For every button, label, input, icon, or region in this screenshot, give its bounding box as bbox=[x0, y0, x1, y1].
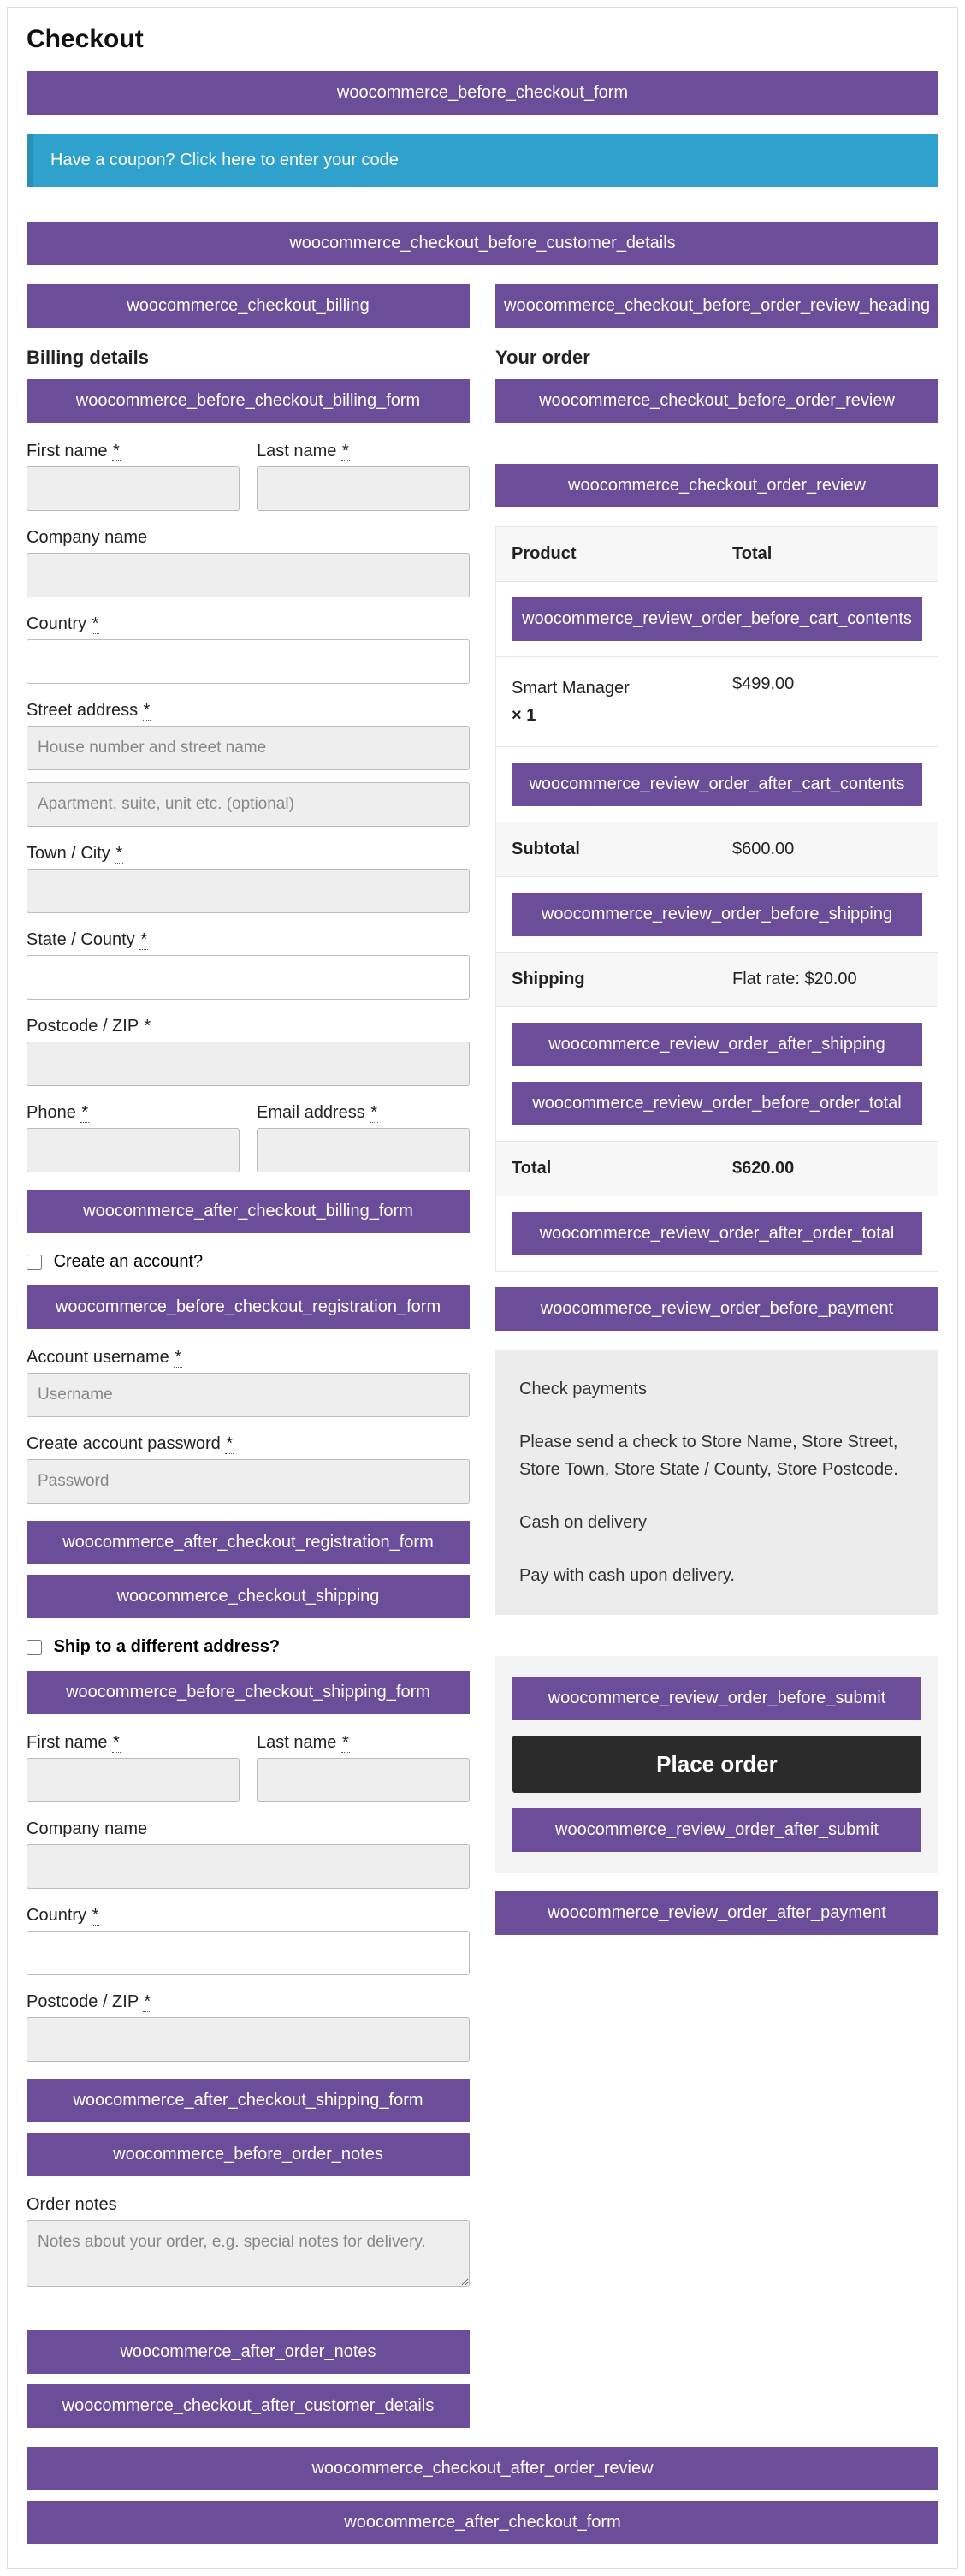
order-notes-label: Order notes bbox=[27, 2195, 470, 2215]
shipping-postcode-input[interactable] bbox=[27, 2017, 470, 2062]
billing-country-input[interactable] bbox=[27, 639, 470, 684]
account-username-label: Account username * bbox=[27, 1348, 470, 1368]
hook-review-after-shipping: woocommerce_review_order_after_shipping bbox=[512, 1023, 922, 1066]
shipping-company-input[interactable] bbox=[27, 1844, 470, 1889]
submit-box: woocommerce_review_order_before_submit P… bbox=[495, 1656, 938, 1873]
billing-postcode-input[interactable] bbox=[27, 1042, 470, 1086]
hook-review-before-submit: woocommerce_review_order_before_submit bbox=[512, 1677, 921, 1720]
hook-after-checkout-form: woocommerce_after_checkout_form bbox=[27, 2501, 938, 2544]
payment-methods: Check payments Please send a check to St… bbox=[495, 1350, 938, 1615]
billing-city-label: Town / City * bbox=[27, 844, 470, 864]
payment-cod-title[interactable]: Cash on delivery bbox=[519, 1509, 915, 1536]
ship-different-checkbox[interactable] bbox=[27, 1640, 42, 1655]
hook-review-before-order-total: woocommerce_review_order_before_order_to… bbox=[512, 1082, 922, 1125]
hook-after-registration-form: woocommerce_after_checkout_registration_… bbox=[27, 1521, 470, 1564]
billing-street1-input[interactable] bbox=[27, 726, 470, 770]
billing-phone-input[interactable] bbox=[27, 1128, 240, 1172]
billing-last-name-label: Last name * bbox=[257, 442, 470, 461]
total-label: Total bbox=[496, 1142, 717, 1196]
billing-first-name-label: First name * bbox=[27, 442, 240, 461]
shipping-postcode-label: Postcode / ZIP * bbox=[27, 1992, 470, 2012]
shipping-country-input[interactable] bbox=[27, 1931, 470, 1975]
hook-checkout-billing: woocommerce_checkout_billing bbox=[27, 284, 470, 328]
hook-review-after-submit: woocommerce_review_order_after_submit bbox=[512, 1808, 921, 1852]
billing-last-name-input[interactable] bbox=[257, 466, 470, 511]
billing-country-label: Country * bbox=[27, 614, 470, 634]
hook-checkout-shipping: woocommerce_checkout_shipping bbox=[27, 1575, 470, 1618]
hook-after-billing-form: woocommerce_after_checkout_billing_form bbox=[27, 1190, 470, 1233]
subtotal-value: $600.00 bbox=[717, 822, 938, 876]
hook-review-before-cart: woocommerce_review_order_before_cart_con… bbox=[512, 597, 922, 641]
th-total: Total bbox=[717, 527, 938, 581]
create-account-checkbox[interactable] bbox=[27, 1255, 42, 1270]
create-account-row[interactable]: Create an account? bbox=[27, 1252, 470, 1272]
billing-street2-input[interactable] bbox=[27, 782, 470, 827]
th-product: Product bbox=[496, 527, 717, 581]
page-title: Checkout bbox=[27, 25, 938, 54]
hook-review-after-payment: woocommerce_review_order_after_payment bbox=[495, 1891, 938, 1935]
ship-different-label: Ship to a different address? bbox=[54, 1637, 280, 1656]
place-order-button[interactable]: Place order bbox=[512, 1736, 921, 1793]
hook-after-order-notes: woocommerce_after_order_notes bbox=[27, 2330, 470, 2374]
shipping-first-name-input[interactable] bbox=[27, 1758, 240, 1802]
billing-postcode-label: Postcode / ZIP * bbox=[27, 1017, 470, 1036]
account-password-label: Create account password * bbox=[27, 1434, 470, 1454]
cart-item-total: $499.00 bbox=[717, 657, 938, 746]
hook-before-customer-details: woocommerce_checkout_before_customer_det… bbox=[27, 222, 938, 265]
cart-item-name: Smart Manager × 1 bbox=[496, 657, 717, 746]
hook-before-shipping-form: woocommerce_before_checkout_shipping_for… bbox=[27, 1671, 470, 1714]
hook-review-after-cart: woocommerce_review_order_after_cart_cont… bbox=[512, 763, 922, 806]
payment-cod-desc: Pay with cash upon delivery. bbox=[519, 1562, 915, 1589]
hook-review-after-order-total: woocommerce_review_order_after_order_tot… bbox=[512, 1212, 922, 1255]
billing-email-label: Email address * bbox=[257, 1103, 470, 1123]
billing-state-label: State / County * bbox=[27, 930, 470, 950]
ship-different-row[interactable]: Ship to a different address? bbox=[27, 1637, 470, 1657]
your-order-heading: Your order bbox=[495, 347, 938, 369]
hook-before-order-notes: woocommerce_before_order_notes bbox=[27, 2133, 470, 2176]
hook-before-billing-form: woocommerce_before_checkout_billing_form bbox=[27, 379, 470, 423]
hook-before-order-review-heading: woocommerce_checkout_before_order_review… bbox=[495, 284, 938, 328]
shipping-company-label: Company name bbox=[27, 1819, 470, 1839]
hook-review-before-payment: woocommerce_review_order_before_payment bbox=[495, 1287, 938, 1331]
shipping-row-value: Flat rate: $20.00 bbox=[717, 953, 938, 1006]
order-notes-input[interactable] bbox=[27, 2220, 470, 2287]
billing-street-label: Street address * bbox=[27, 701, 470, 721]
payment-check-title[interactable]: Check payments bbox=[519, 1375, 915, 1403]
hook-after-shipping-form: woocommerce_after_checkout_shipping_form bbox=[27, 2079, 470, 2122]
billing-first-name-input[interactable] bbox=[27, 466, 240, 511]
shipping-row-label: Shipping bbox=[496, 953, 717, 1006]
hook-order-review: woocommerce_checkout_order_review bbox=[495, 464, 938, 507]
account-password-input[interactable] bbox=[27, 1459, 470, 1504]
payment-check-desc: Please send a check to Store Name, Store… bbox=[519, 1428, 915, 1483]
shipping-last-name-input[interactable] bbox=[257, 1758, 470, 1802]
coupon-notice[interactable]: Have a coupon? Click here to enter your … bbox=[27, 134, 938, 187]
billing-company-label: Company name bbox=[27, 528, 470, 548]
subtotal-label: Subtotal bbox=[496, 822, 717, 876]
create-account-label: Create an account? bbox=[54, 1252, 204, 1271]
shipping-last-name-label: Last name * bbox=[257, 1733, 470, 1753]
billing-state-input[interactable] bbox=[27, 955, 470, 1000]
total-value: $620.00 bbox=[717, 1142, 938, 1196]
order-review-table: Product Total woocommerce_review_order_b… bbox=[495, 526, 938, 1272]
billing-company-input[interactable] bbox=[27, 553, 470, 597]
hook-before-registration-form: woocommerce_before_checkout_registration… bbox=[27, 1285, 470, 1329]
hook-before-checkout-form: woocommerce_before_checkout_form bbox=[27, 71, 938, 115]
hook-after-customer-details: woocommerce_checkout_after_customer_deta… bbox=[27, 2384, 470, 2428]
billing-phone-label: Phone * bbox=[27, 1103, 240, 1123]
hook-before-order-review: woocommerce_checkout_before_order_review bbox=[495, 379, 938, 423]
billing-email-input[interactable] bbox=[257, 1128, 470, 1172]
shipping-country-label: Country * bbox=[27, 1906, 470, 1926]
billing-city-input[interactable] bbox=[27, 869, 470, 913]
account-username-input[interactable] bbox=[27, 1373, 470, 1417]
shipping-first-name-label: First name * bbox=[27, 1733, 240, 1753]
hook-after-order-review: woocommerce_checkout_after_order_review bbox=[27, 2447, 938, 2490]
billing-heading: Billing details bbox=[27, 347, 470, 369]
hook-review-before-shipping: woocommerce_review_order_before_shipping bbox=[512, 893, 922, 936]
